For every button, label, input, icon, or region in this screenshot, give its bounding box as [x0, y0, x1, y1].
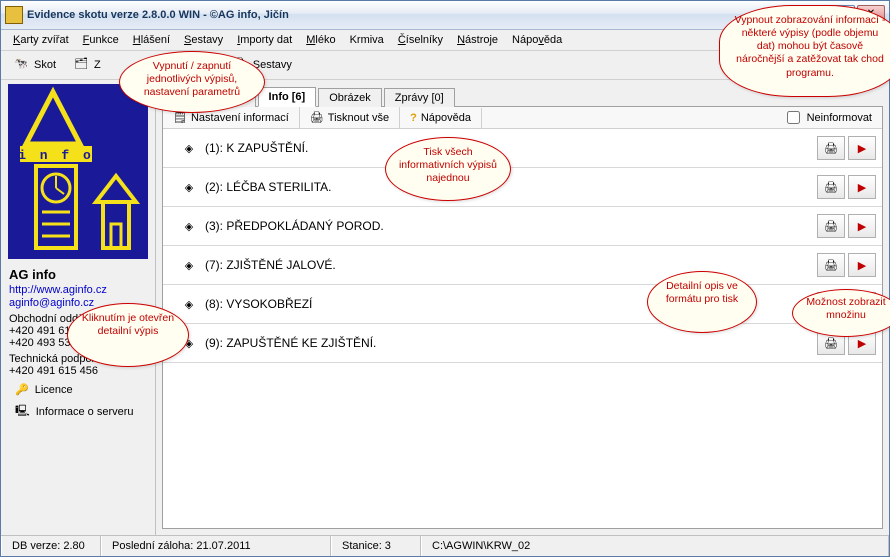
btn-napoveda[interactable]: ? Nápověda	[400, 108, 482, 128]
sidebar-server-label: Informace o serveru	[36, 406, 134, 418]
tab-obrazek[interactable]: Obrázek	[318, 88, 382, 107]
menu-nastroje[interactable]: Nástroje	[451, 32, 504, 48]
sidebar-server-info[interactable]: 🖳 Informace o serveru	[5, 402, 134, 421]
sidebar-licence-label: Licence	[35, 384, 73, 396]
row-print-button[interactable]: 🖨	[817, 136, 845, 160]
printer-icon: 🖨	[310, 111, 324, 124]
callout-neinformovat: Vypnout zobrazování informací - některé …	[719, 5, 890, 97]
export-arrow-icon: ▶	[858, 220, 866, 233]
status-path: C:\AGWIN\KRW_02	[421, 536, 889, 556]
menu-ciselniky[interactable]: Číselníky	[392, 32, 449, 48]
menu-hlaseni[interactable]: Hlášení	[127, 32, 176, 48]
export-arrow-icon: ▶	[858, 142, 866, 155]
info-row-label: (3): PŘEDPOKLÁDANÝ POROD.	[205, 219, 814, 233]
row-print-button[interactable]: 🖨	[817, 175, 845, 199]
row-export-button[interactable]: ▶	[848, 175, 876, 199]
info-list: ◈ (1): K ZAPUŠTĚNÍ. 🖨 ▶ ◈ (2): LÉČBA STERILIT…	[163, 129, 882, 528]
info-panel: 🗒 Nastavení informací 🖨 Tisknout vše ? N…	[162, 106, 883, 529]
info-row[interactable]: ◈ (3): PŘEDPOKLÁDANÝ POROD. 🖨 ▶	[163, 207, 882, 246]
info-row[interactable]: ◈ (7): ZJIŠTĚNÉ JALOVÉ. 🖨 ▶	[163, 246, 882, 285]
tool-z[interactable]: 🗂 Z	[67, 54, 108, 76]
row-export-button[interactable]: ▶	[848, 136, 876, 160]
question-icon: ?	[410, 112, 417, 124]
info-row[interactable]: ◈(8): VYSOKOBŘEZÍ🖨▶	[163, 285, 882, 324]
neinformovat-label: Neinformovat	[807, 112, 872, 124]
cow-icon: 🐄	[14, 57, 30, 73]
printer-icon: 🖨	[824, 337, 838, 350]
info-row-label: (1): K ZAPUŠTĚNÍ.	[205, 141, 814, 155]
diamond-icon: ◈	[179, 298, 199, 311]
tool-skot-label: Skot	[34, 59, 56, 71]
app-window: Evidence skotu verze 2.8.0.0 WIN - ©AG i…	[0, 0, 890, 557]
key-icon: 🔑	[15, 383, 29, 396]
sidebar-licence[interactable]: 🔑 Licence	[5, 383, 73, 396]
card-icon: 🗂	[74, 57, 90, 73]
status-db: DB verze: 2.80	[1, 536, 101, 556]
menu-karty[interactable]: Karty zvířat	[7, 32, 75, 48]
row-print-button[interactable]: 🖨	[817, 214, 845, 238]
window-title: Evidence skotu verze 2.8.0.0 WIN - ©AG i…	[27, 9, 797, 21]
printer-icon: 🖨	[824, 259, 838, 272]
status-zaloha: Poslední záloha: 21.07.2011	[101, 536, 331, 556]
svg-text:i n f o: i n f o	[18, 148, 94, 163]
tab-zpravy[interactable]: Zprávy [0]	[384, 88, 455, 107]
tool-skot[interactable]: 🐄 Skot	[7, 54, 63, 76]
app-icon	[5, 6, 23, 24]
btn-nastaveni-label: Nastavení informací	[191, 112, 289, 124]
neinformovat-input[interactable]	[787, 111, 800, 124]
diamond-icon: ◈	[179, 220, 199, 233]
menu-mleko[interactable]: Mléko	[300, 32, 341, 48]
info-row[interactable]: ◈ (1): K ZAPUŠTĚNÍ. 🖨 ▶	[163, 129, 882, 168]
diamond-icon: ◈	[179, 181, 199, 194]
printer-icon: 🖨	[824, 181, 838, 194]
btn-tisknout-label: Tisknout vše	[328, 112, 389, 124]
tool-z-label: Z	[94, 59, 101, 71]
menu-funkce[interactable]: Funkce	[77, 32, 125, 48]
company-name: AG info	[9, 267, 147, 282]
menu-napoveda[interactable]: Nápověda	[506, 32, 568, 48]
menu-importy[interactable]: Importy dat	[231, 32, 298, 48]
export-arrow-icon: ▶	[858, 337, 866, 350]
info-row-label: (2): LÉČBA STERILITA.	[205, 180, 814, 194]
printer-icon: 🖨	[824, 142, 838, 155]
row-export-button[interactable]: ▶	[848, 253, 876, 277]
callout-print-all: Tisk všech informativních výpisů najedno…	[385, 137, 511, 201]
callout-show-set: Možnost zobrazit množinu	[792, 289, 890, 337]
info-row[interactable]: ◈ (2): LÉČBA STERILITA. 🖨 ▶	[163, 168, 882, 207]
status-stanice: Stanice: 3	[331, 536, 421, 556]
diamond-icon: ◈	[179, 259, 199, 272]
info-row-label: (7): ZJIŠTĚNÉ JALOVÉ.	[205, 258, 814, 272]
btn-napoveda-label: Nápověda	[421, 112, 471, 124]
panel-toolbar: 🗒 Nastavení informací 🖨 Tisknout vše ? N…	[163, 107, 882, 129]
settings-icon: 🗒	[173, 111, 187, 124]
row-print-button[interactable]: 🖨	[817, 253, 845, 277]
printer-icon: 🖨	[824, 220, 838, 233]
btn-tisknout-vse[interactable]: 🖨 Tisknout vše	[300, 107, 400, 128]
logo: i n f o	[8, 84, 148, 259]
status-bar: DB verze: 2.80 Poslední záloha: 21.07.20…	[1, 535, 889, 556]
diamond-icon: ◈	[179, 142, 199, 155]
info-row[interactable]: ◈(9): ZAPUŠTĚNÉ KE ZJIŠTĚNÍ.🖨▶	[163, 324, 882, 363]
row-export-button[interactable]: ▶	[848, 214, 876, 238]
callout-settings: Vypnutí / zapnutí jednotlivých výpisů, n…	[119, 51, 265, 113]
company-url[interactable]: http://www.aginfo.cz	[9, 284, 147, 296]
export-arrow-icon: ▶	[858, 181, 866, 194]
neinformovat-checkbox[interactable]: Neinformovat	[773, 108, 882, 127]
export-arrow-icon: ▶	[858, 259, 866, 272]
main-area: Aktualizace [0] Info [6] Obrázek Zprávy …	[156, 80, 889, 535]
callout-open-detail: Kliknutím je otevřen detailní výpis	[67, 303, 189, 367]
menu-sestavy[interactable]: Sestavy	[178, 32, 229, 48]
info-row-label: (9): ZAPUŠTĚNÉ KE ZJIŠTĚNÍ.	[205, 336, 814, 350]
callout-detail-print: Detailní opis ve formátu pro tisk	[647, 271, 757, 333]
tab-info[interactable]: Info [6]	[258, 87, 317, 107]
menu-krmiva[interactable]: Krmiva	[344, 32, 390, 48]
server-icon: 🖳	[15, 402, 30, 421]
